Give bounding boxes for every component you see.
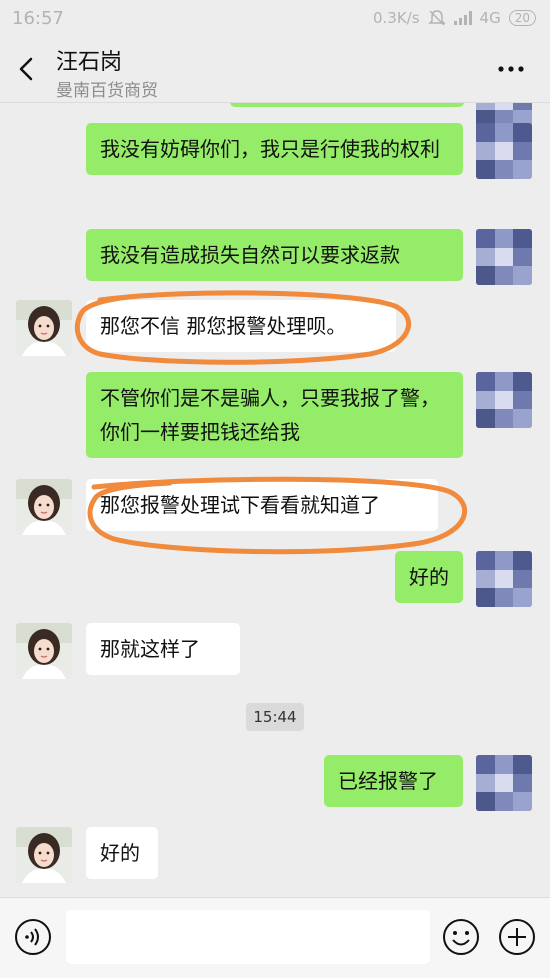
time-divider: 15:44 xyxy=(246,703,304,731)
contact-avatar[interactable] xyxy=(16,827,72,883)
contact-avatar[interactable] xyxy=(16,623,72,679)
message-input[interactable] xyxy=(66,910,430,964)
contact-company: 曼南百货商贸 xyxy=(56,81,158,101)
message-bubble-cutoff[interactable] xyxy=(230,103,464,107)
plus-icon[interactable] xyxy=(498,918,536,956)
status-icons: 0.3K/s 4G 20 xyxy=(373,9,536,27)
message-bubble-other[interactable]: 那您不信 那您报警处理呗。 xyxy=(86,300,396,352)
back-arrow-icon[interactable] xyxy=(14,56,40,82)
emoji-icon[interactable] xyxy=(442,918,480,956)
network-speed: 0.3K/s xyxy=(372,9,420,27)
mute-icon xyxy=(427,10,446,26)
battery-level: 20 xyxy=(508,10,536,26)
input-bar xyxy=(0,897,550,978)
message-bubble-me[interactable]: 我没有妨碍你们，我只是行使我的权利 xyxy=(86,123,463,175)
contact-avatar[interactable] xyxy=(16,300,72,356)
contact-name: 汪石岗 xyxy=(56,50,123,75)
network-type: 4G xyxy=(479,9,501,27)
voice-icon[interactable] xyxy=(14,918,52,956)
more-options-icon[interactable] xyxy=(496,56,526,82)
message-bubble-other[interactable]: 那您报警处理试下看看就知道了 xyxy=(86,479,438,531)
signal-icon xyxy=(453,11,472,25)
message-bubble-me[interactable]: 好的 xyxy=(395,551,463,603)
message-bubble-other[interactable]: 好的 xyxy=(86,827,158,879)
message-bubble-other[interactable]: 那就这样了 xyxy=(86,623,240,675)
status-time: 16:57 xyxy=(12,8,64,29)
message-bubble-me[interactable]: 我没有造成损失自然可以要求返款 xyxy=(86,229,463,281)
my-avatar[interactable] xyxy=(476,755,532,811)
status-bar: 16:57 0.3K/s 4G 20 xyxy=(0,0,550,36)
my-avatar[interactable] xyxy=(476,123,532,179)
message-bubble-me[interactable]: 不管你们是不是骗人，只要我报了警，你们一样要把钱还给我 xyxy=(86,372,463,458)
contact-avatar[interactable] xyxy=(16,479,72,535)
my-avatar[interactable] xyxy=(476,551,532,607)
my-avatar[interactable] xyxy=(476,229,532,285)
message-bubble-me[interactable]: 已经报警了 xyxy=(324,755,463,807)
chat-header: 汪石岗 曼南百货商贸 xyxy=(0,36,550,103)
my-avatar[interactable] xyxy=(476,372,532,428)
message-list[interactable]: 我没有妨碍你们，我只是行使我的权利 我没有造成损失自然可以要求返款 那您不信 那… xyxy=(0,103,550,895)
